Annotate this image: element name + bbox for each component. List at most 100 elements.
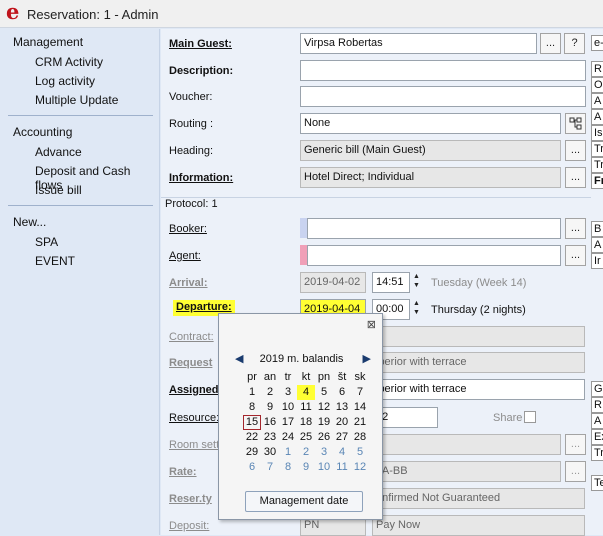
sidebar-item-issue-bill[interactable]: Issue bill <box>35 183 82 197</box>
booker-more-button[interactable]: ... <box>565 218 586 239</box>
arrival-label[interactable]: Arrival: <box>169 277 208 289</box>
contract-field[interactable] <box>372 326 585 347</box>
calendar-day-other-month[interactable]: 5 <box>351 445 369 460</box>
right-tab[interactable]: Fr <box>591 173 603 189</box>
room-settings-label[interactable]: Room sett <box>169 439 219 451</box>
sidebar-section-accounting[interactable]: Accounting <box>13 125 72 139</box>
reservation-type-label[interactable]: Reser.ty <box>169 493 212 505</box>
right-tab[interactable]: R <box>591 61 603 77</box>
close-icon[interactable]: ⊠ <box>367 318 376 331</box>
voucher-field[interactable] <box>300 86 586 107</box>
calendar-day[interactable]: 13 <box>333 400 351 415</box>
right-tab[interactable]: Ir <box>591 253 603 269</box>
heading-field[interactable]: Generic bill (Main Guest) <box>300 140 561 161</box>
rate-field[interactable]: TA-BB <box>372 461 561 482</box>
agent-label[interactable]: Agent: <box>169 250 201 262</box>
right-tab[interactable]: Is <box>591 125 603 141</box>
management-date-button[interactable]: Management date <box>245 491 363 512</box>
calendar-day[interactable]: 8 <box>243 400 261 415</box>
booker-label[interactable]: Booker: <box>169 223 207 235</box>
calendar-day-other-month[interactable]: 1 <box>279 445 297 460</box>
right-tab[interactable]: O <box>591 77 603 93</box>
calendar-day[interactable]: 21 <box>351 415 369 430</box>
contract-label[interactable]: Contract: <box>169 331 214 343</box>
calendar-day[interactable]: 16 <box>261 415 279 430</box>
calendar-day[interactable]: 23 <box>261 430 279 445</box>
right-tab[interactable]: A <box>591 413 603 429</box>
calendar-day[interactable]: 30 <box>261 445 279 460</box>
assigned-field[interactable]: iperior with terrace <box>372 379 585 400</box>
share-checkbox[interactable] <box>524 411 536 423</box>
right-tab[interactable]: G <box>591 381 603 397</box>
sidebar-section-new[interactable]: New... <box>13 215 46 229</box>
heading-more-button[interactable]: ... <box>565 140 586 161</box>
agent-more-button[interactable]: ... <box>565 245 586 266</box>
main-guest-label[interactable]: Main Guest: <box>169 38 232 50</box>
calendar-day[interactable]: 11 <box>297 400 315 415</box>
room-settings-more-button[interactable]: ... <box>565 434 586 455</box>
calendar-day-today[interactable]: 15 <box>243 415 261 430</box>
request-label[interactable]: Request <box>169 357 212 369</box>
deposit-field[interactable]: Pay Now <box>372 515 585 536</box>
calendar-day[interactable]: 9 <box>261 400 279 415</box>
right-tab[interactable]: R <box>591 397 603 413</box>
right-tab[interactable]: Tr <box>591 141 603 157</box>
calendar-day[interactable]: 1 <box>243 385 261 400</box>
calendar-day[interactable]: 6 <box>333 385 351 400</box>
right-tab[interactable]: Te <box>591 475 603 491</box>
information-label[interactable]: Information: <box>169 172 233 184</box>
sidebar-section-management[interactable]: Management <box>13 35 83 49</box>
calendar-day[interactable]: 7 <box>351 385 369 400</box>
main-guest-field[interactable]: Virpsa Robertas <box>300 33 537 54</box>
calendar-day[interactable]: 18 <box>297 415 315 430</box>
calendar-day-other-month[interactable]: 7 <box>261 460 279 475</box>
calendar-day[interactable]: 3 <box>279 385 297 400</box>
right-tab[interactable]: Tr <box>591 445 603 461</box>
information-field[interactable]: Hotel Direct; Individual <box>300 167 561 188</box>
right-tab[interactable]: Ex <box>591 429 603 445</box>
calendar-day-other-month[interactable]: 2 <box>297 445 315 460</box>
calendar-day-other-month[interactable]: 9 <box>297 460 315 475</box>
right-tab[interactable]: Tr <box>591 157 603 173</box>
sidebar-item-log-activity[interactable]: Log activity <box>35 74 95 88</box>
calendar-day[interactable]: 2 <box>261 385 279 400</box>
resource-label[interactable]: Resource: <box>169 412 219 424</box>
reservation-type-field[interactable]: onfirmed Not Guaranteed <box>372 488 585 509</box>
calendar-day[interactable]: 17 <box>279 415 297 430</box>
information-more-button[interactable]: ... <box>565 167 586 188</box>
rate-more-button[interactable]: ... <box>565 461 586 482</box>
sidebar-item-crm-activity[interactable]: CRM Activity <box>35 55 103 69</box>
next-month-button[interactable]: ▶ <box>363 352 371 365</box>
calendar-day[interactable]: 10 <box>279 400 297 415</box>
calendar-day[interactable]: 28 <box>351 430 369 445</box>
calendar-day-other-month[interactable]: 8 <box>279 460 297 475</box>
sidebar-item-advance[interactable]: Advance <box>35 145 82 159</box>
calendar-day-other-month[interactable]: 11 <box>333 460 351 475</box>
calendar-day[interactable]: 26 <box>315 430 333 445</box>
sidebar-item-event[interactable]: EVENT <box>35 254 75 268</box>
calendar-day[interactable]: 22 <box>243 430 261 445</box>
room-settings-field[interactable] <box>372 434 561 455</box>
booker-field[interactable] <box>307 218 561 239</box>
assigned-label[interactable]: Assigned <box>169 384 219 396</box>
calendar-day-other-month[interactable]: 3 <box>315 445 333 460</box>
calendar-day-selected[interactable]: 4 <box>297 385 315 400</box>
calendar-day[interactable]: 25 <box>297 430 315 445</box>
main-guest-more-button[interactable]: ... <box>540 33 561 54</box>
sidebar-item-spa[interactable]: SPA <box>35 235 58 249</box>
calendar-day[interactable]: 27 <box>333 430 351 445</box>
main-guest-help-button[interactable]: ? <box>564 33 585 54</box>
deposit-label[interactable]: Deposit: <box>169 520 209 532</box>
calendar-day[interactable]: 29 <box>243 445 261 460</box>
right-tab[interactable]: B <box>591 221 603 237</box>
routing-tree-button[interactable] <box>565 113 586 134</box>
arrival-date-field[interactable]: 2019-04-02 <box>300 272 366 293</box>
calendar-day-other-month[interactable]: 6 <box>243 460 261 475</box>
calendar-day-other-month[interactable]: 4 <box>333 445 351 460</box>
calendar-day[interactable]: 12 <box>315 400 333 415</box>
departure-time-spinner[interactable]: ▲ ▼ <box>410 299 423 320</box>
right-tab[interactable]: A <box>591 93 603 109</box>
agent-field[interactable] <box>307 245 561 266</box>
right-tab[interactable]: e- <box>591 35 603 51</box>
calendar-day-other-month[interactable]: 10 <box>315 460 333 475</box>
